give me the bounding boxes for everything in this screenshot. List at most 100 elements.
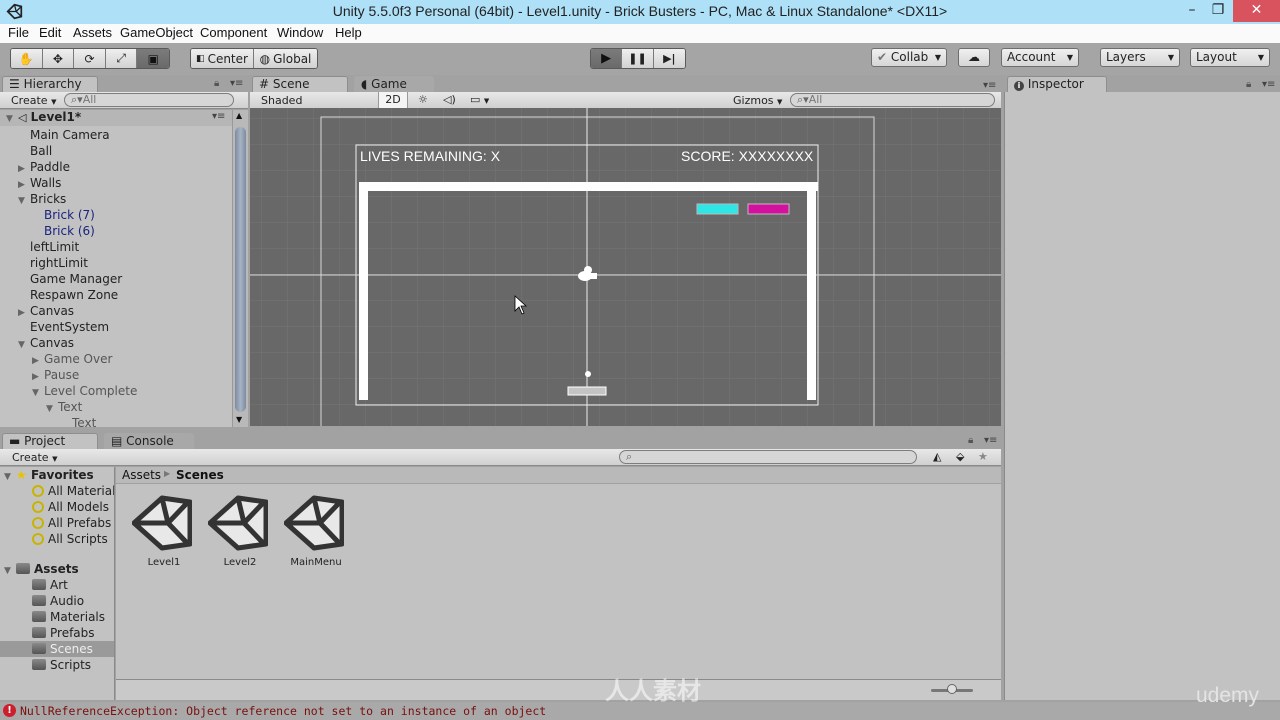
step-button[interactable]: ▶| — [653, 49, 685, 68]
brick-6[interactable] — [747, 203, 790, 215]
expand-arrow-icon[interactable]: ▼ — [4, 563, 16, 579]
cloud-button[interactable]: ☁ — [958, 48, 990, 67]
pause-button[interactable]: ❚❚ — [622, 49, 654, 68]
hierarchy-search-input[interactable]: ⌕▾All — [64, 93, 234, 107]
expand-arrow-icon[interactable]: ▼ — [6, 114, 18, 124]
panel-menu-icon[interactable]: ▾≡ — [230, 78, 243, 89]
expand-arrow-icon[interactable]: ▶ — [18, 180, 30, 190]
scene-menu-icon[interactable]: ▾≡ — [212, 111, 225, 122]
folder-item[interactable]: Scenes — [0, 641, 114, 657]
hierarchy-item[interactable]: EventSystem — [18, 320, 109, 334]
pivot-center-button[interactable]: ◧ Center — [191, 49, 255, 68]
menu-file[interactable]: File — [8, 25, 29, 40]
lock-icon[interactable]: 🔒︎ — [214, 78, 219, 89]
expand-arrow-icon[interactable]: ▶ — [18, 164, 30, 174]
favorite-item[interactable]: All Prefabs — [32, 515, 111, 531]
menu-assets[interactable]: Assets — [73, 25, 112, 40]
minimize-button[interactable]: – — [1180, 0, 1204, 22]
error-message[interactable]: NullReferenceException: Object reference… — [20, 704, 546, 718]
hierarchy-item[interactable]: ▶ Canvas — [18, 304, 74, 318]
hierarchy-item[interactable]: ▼ Canvas — [18, 336, 74, 350]
favorite-star-icon[interactable]: ★ — [978, 449, 988, 464]
filter-by-label-icon[interactable]: ⬙ — [956, 449, 964, 464]
menu-gameobject[interactable]: GameObject — [120, 25, 193, 40]
zoom-slider-thumb[interactable] — [947, 684, 957, 694]
right-wall[interactable] — [807, 182, 816, 400]
panel-menu-icon[interactable]: ▾≡ — [983, 80, 996, 91]
hierarchy-scrollbar[interactable]: ▲ ▼ — [232, 110, 248, 427]
play-button[interactable]: ▶ — [591, 49, 623, 68]
folder-item[interactable]: Prefabs — [32, 625, 95, 641]
folder-item[interactable]: Art — [32, 577, 68, 593]
expand-arrow-icon[interactable]: ▼ — [18, 196, 30, 206]
layers-dropdown[interactable]: Layers ▼ — [1100, 48, 1180, 67]
menu-component[interactable]: Component — [200, 25, 267, 40]
expand-arrow-icon[interactable]: ▼ — [46, 404, 58, 414]
hierarchy-item[interactable]: ▼ Level Complete — [32, 384, 137, 398]
hierarchy-item[interactable]: Ball — [18, 144, 52, 158]
lock-icon[interactable]: 🔒︎ — [968, 435, 973, 446]
scene-search-input[interactable]: ⌕▾All — [790, 93, 995, 107]
hierarchy-item[interactable]: ▼ Text — [46, 400, 82, 414]
hierarchy-item[interactable]: ▶ Walls — [18, 176, 61, 190]
brick-7[interactable] — [696, 203, 739, 215]
folder-item[interactable]: Scripts — [32, 657, 91, 673]
create-button[interactable]: Create ▼ — [11, 93, 56, 110]
hierarchy-item[interactable]: Main Camera — [18, 128, 110, 142]
hierarchy-item[interactable]: Text — [60, 416, 96, 430]
expand-arrow-icon[interactable]: ▶ — [18, 308, 30, 318]
expand-arrow-icon[interactable]: ▼ — [4, 469, 16, 485]
expand-arrow-icon[interactable]: ▼ — [18, 340, 30, 350]
filter-by-type-icon[interactable]: ◭ — [933, 449, 941, 464]
scene-header[interactable]: ▼ ◁ Level1* ▾≡ — [0, 110, 232, 126]
tab-console[interactable]: ▤ Console — [104, 433, 194, 450]
menu-edit[interactable]: Edit — [39, 25, 61, 40]
rect-tool-icon[interactable]: ▣ — [137, 49, 169, 68]
top-wall[interactable] — [359, 182, 818, 191]
tab-game[interactable]: ◖ Game — [354, 76, 434, 93]
scroll-thumb[interactable] — [235, 127, 246, 412]
tab-inspector[interactable]: i Inspector — [1007, 76, 1107, 93]
paddle[interactable] — [567, 386, 607, 396]
favorites-header[interactable]: ▼ ★ Favorites — [4, 467, 94, 483]
close-button[interactable]: ✕ — [1233, 0, 1280, 22]
hierarchy-item[interactable]: Game Manager — [18, 272, 122, 286]
move-tool-icon[interactable]: ✥ — [42, 49, 75, 68]
hierarchy-item[interactable]: Brick (6) — [32, 224, 95, 238]
score-text[interactable]: SCORE: XXXXXXXX — [681, 148, 813, 164]
2d-toggle[interactable]: 2D — [378, 92, 408, 108]
scene-file[interactable]: MainMenu — [283, 494, 348, 574]
scale-tool-icon[interactable]: ⤢ — [105, 49, 138, 68]
breadcrumb-assets[interactable]: Assets — [122, 468, 161, 482]
hierarchy-item[interactable]: Respawn Zone — [18, 288, 118, 302]
tab-scene[interactable]: # Scene — [252, 76, 348, 93]
restore-button[interactable]: ❐ — [1206, 0, 1230, 22]
menu-window[interactable]: Window — [277, 25, 323, 40]
favorite-item[interactable]: All Scripts — [32, 531, 108, 547]
expand-arrow-icon[interactable]: ▶ — [32, 356, 44, 366]
project-search-input[interactable]: ⌕ — [619, 450, 917, 464]
scroll-down-icon[interactable]: ▼ — [236, 415, 242, 424]
lock-icon[interactable]: 🔒︎ — [1246, 79, 1251, 90]
scroll-up-icon[interactable]: ▲ — [236, 111, 242, 120]
expand-arrow-icon[interactable]: ▼ — [32, 388, 44, 398]
tab-project[interactable]: ▬ Project — [2, 433, 98, 450]
assets-header[interactable]: ▼ Assets — [4, 561, 79, 577]
collab-dropdown[interactable]: ✔ Collab ▼ — [871, 48, 947, 67]
pivot-global-button[interactable]: ◍ Global — [254, 49, 317, 68]
ball[interactable] — [585, 371, 591, 377]
audio-toggle-icon[interactable]: ◁) — [443, 92, 456, 107]
scene-file[interactable]: Level2 — [207, 494, 272, 574]
scene-viewport[interactable]: LIVES REMAINING: X SCORE: XXXXXXXX — [250, 108, 1001, 426]
tab-hierarchy[interactable]: ☰ Hierarchy — [2, 76, 98, 93]
hierarchy-item[interactable]: ▶ Pause — [32, 368, 79, 382]
breadcrumb-scenes[interactable]: Scenes — [176, 468, 224, 482]
layout-dropdown[interactable]: Layout ▼ — [1190, 48, 1270, 67]
hierarchy-item[interactable]: ▼ Bricks — [18, 192, 66, 206]
panel-menu-icon[interactable]: ▾≡ — [984, 435, 997, 446]
effects-toggle-icon[interactable]: ▭ ▼ — [470, 92, 489, 109]
favorite-item[interactable]: All Materials — [32, 483, 114, 499]
panel-menu-icon[interactable]: ▾≡ — [1262, 79, 1275, 90]
lives-remaining-text[interactable]: LIVES REMAINING: X — [360, 148, 500, 164]
account-dropdown[interactable]: Account ▼ — [1001, 48, 1079, 67]
